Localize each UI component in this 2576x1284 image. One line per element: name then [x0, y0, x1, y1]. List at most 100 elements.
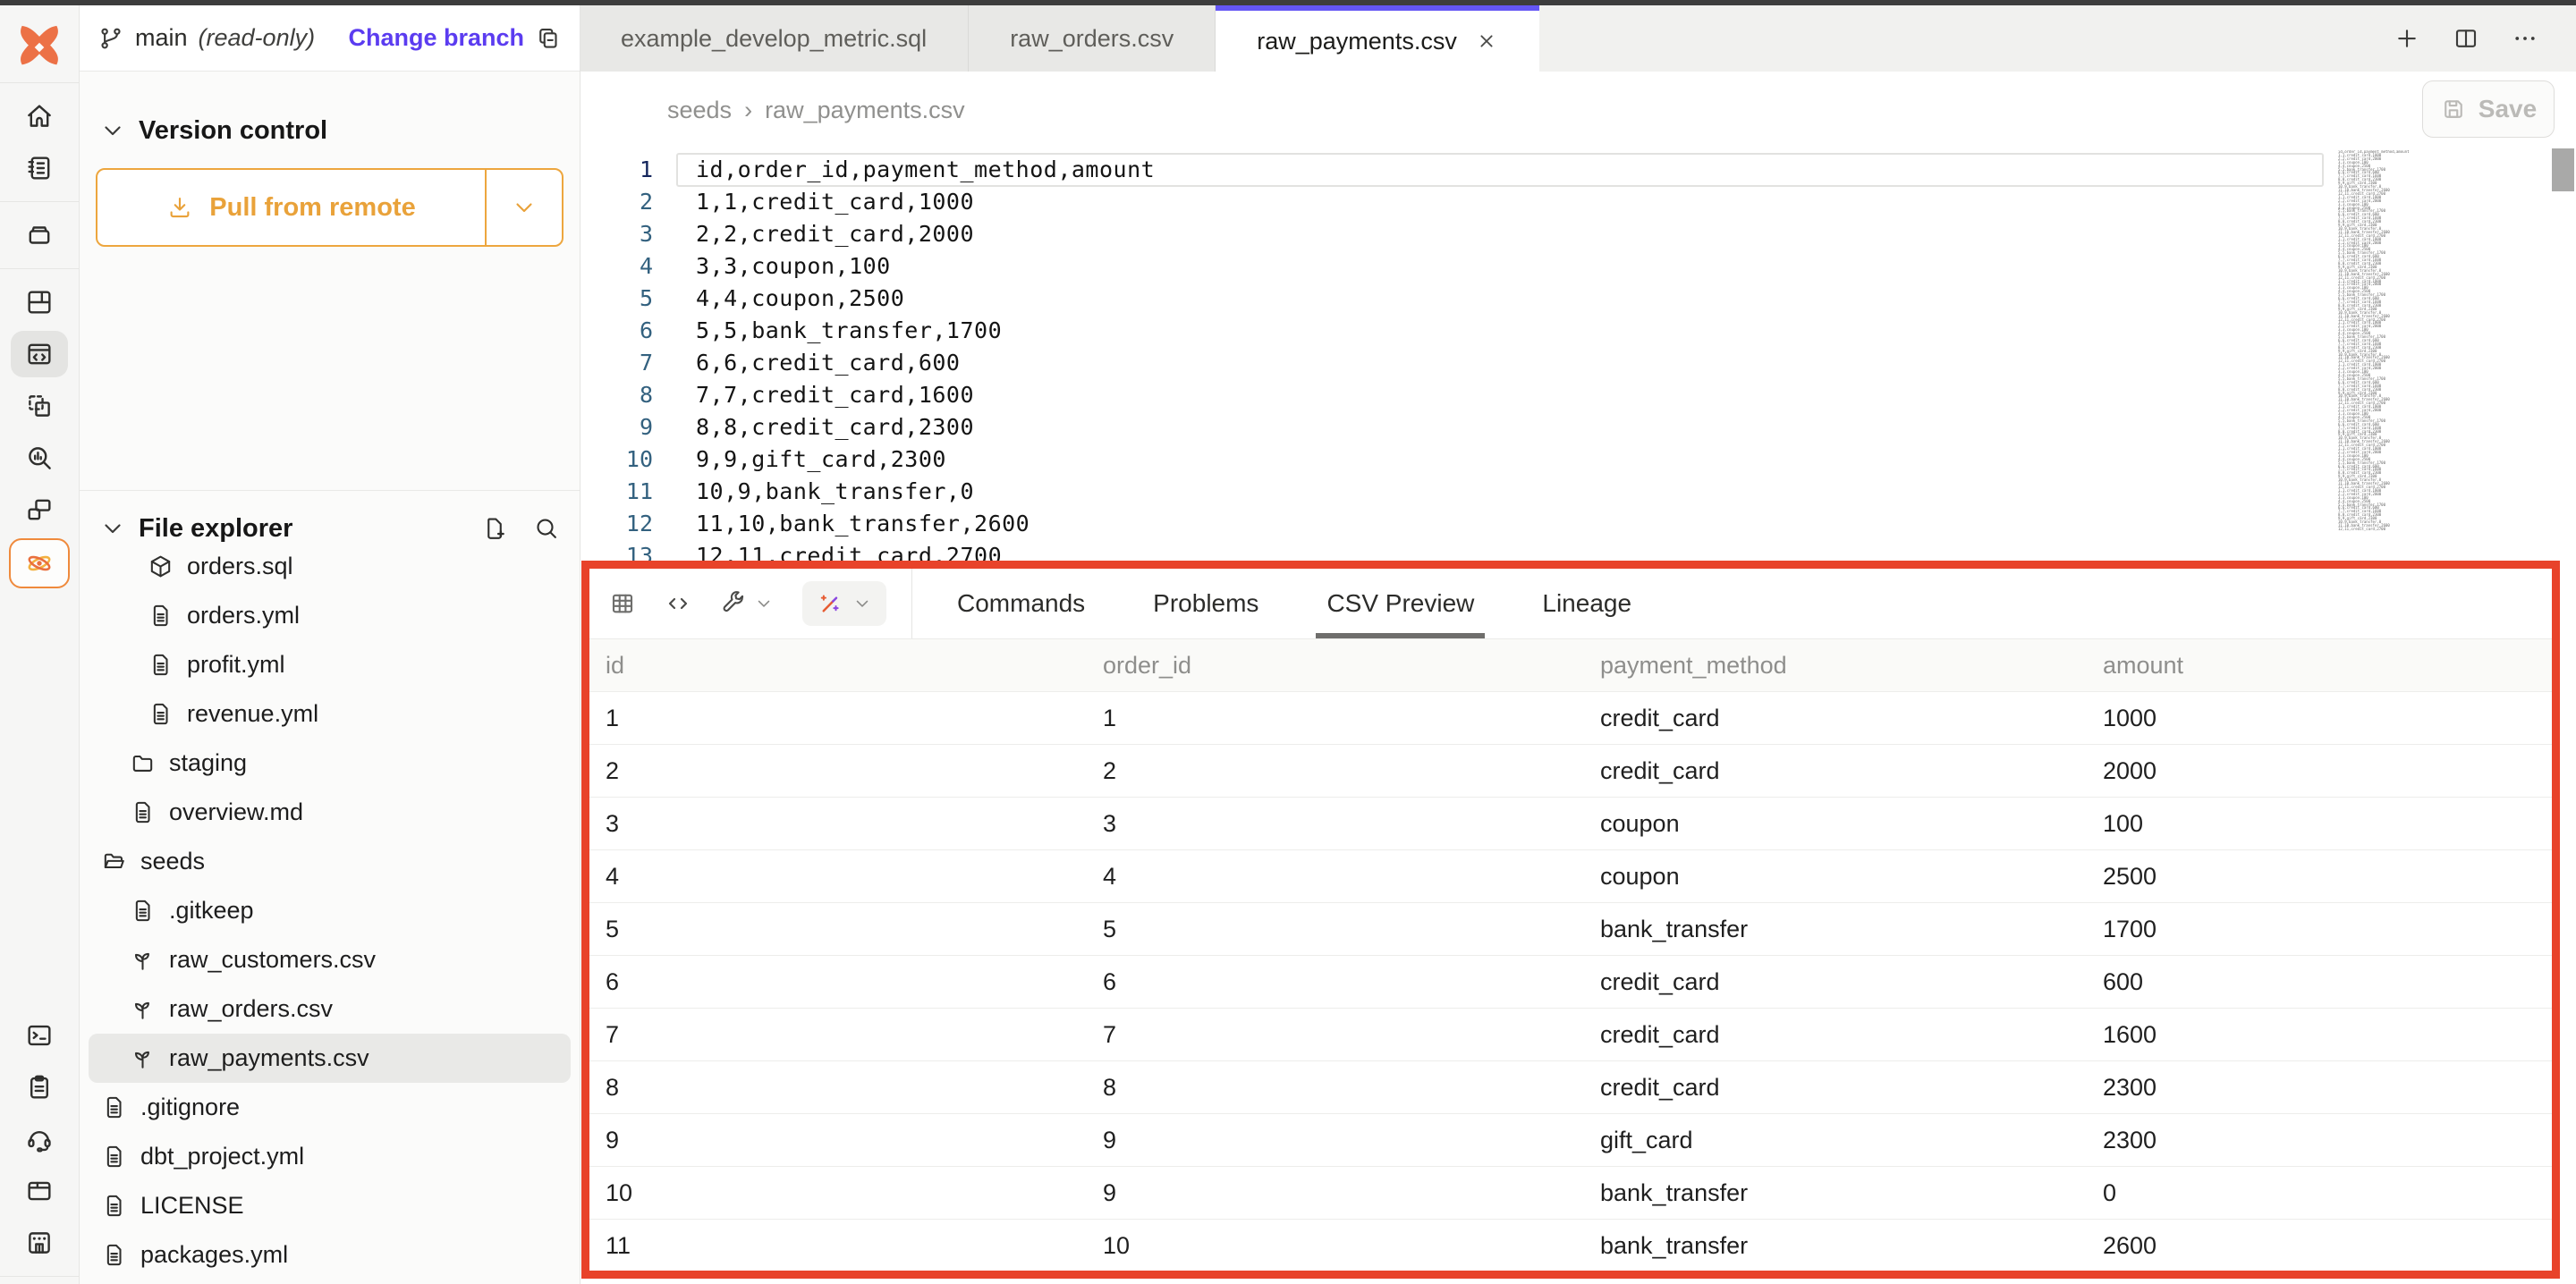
pull-options-caret[interactable] — [485, 170, 562, 245]
bottom-panel-highlighted: CommandsProblemsCSV PreviewLineage idord… — [581, 561, 2560, 1279]
csv-header-amount[interactable]: amount — [2087, 652, 2552, 680]
archive-nav-button[interactable] — [11, 212, 68, 258]
code-line-5[interactable]: 54,4,coupon,2500 — [580, 283, 2576, 315]
code-line-8[interactable]: 87,7,credit_card,1600 — [580, 379, 2576, 411]
csv-row-3[interactable]: 33coupon100 — [589, 798, 2552, 850]
file-explorer-title: File explorer — [139, 514, 292, 544]
file-item-staging[interactable]: staging — [89, 739, 571, 788]
save-button[interactable]: Save — [2422, 80, 2555, 138]
csv-row-7[interactable]: 77credit_card1600 — [589, 1009, 2552, 1061]
file-item--gitkeep[interactable]: .gitkeep — [89, 886, 571, 935]
more-options-icon[interactable] — [2512, 25, 2538, 52]
editor-minimap[interactable]: id,order_id,payment_method,amount 1,1,cr… — [2338, 150, 2454, 566]
code-line-9[interactable]: 98,8,credit_card,2300 — [580, 411, 2576, 443]
csv-header-payment_method[interactable]: payment_method — [1584, 652, 2087, 680]
search-analytics-nav-button[interactable] — [11, 435, 68, 481]
build-tools-button[interactable] — [720, 590, 774, 617]
csv-row-4[interactable]: 44coupon2500 — [589, 850, 2552, 903]
breadcrumb-file[interactable]: raw_payments.csv — [765, 97, 965, 124]
support-headset-nav-button[interactable] — [11, 1116, 68, 1162]
panel-tab-commands[interactable]: Commands — [923, 569, 1119, 638]
csv-row-9[interactable]: 99gift_card2300 — [589, 1114, 2552, 1167]
chevron-down-icon — [99, 117, 126, 144]
code-line-4[interactable]: 43,3,coupon,100 — [580, 250, 2576, 283]
selection-nav-button[interactable] — [11, 383, 68, 429]
file-item-raw-payments-csv[interactable]: raw_payments.csv — [89, 1034, 571, 1083]
windows-nav-button[interactable] — [11, 486, 68, 533]
code-editor-nav-button[interactable] — [11, 331, 68, 377]
home-nav-button[interactable] — [11, 93, 68, 139]
csv-row-6[interactable]: 66credit_card600 — [589, 956, 2552, 1009]
breadcrumb-folder[interactable]: seeds — [667, 97, 732, 124]
split-view-icon[interactable] — [2453, 25, 2479, 52]
tab-raw-orders-csv[interactable]: raw_orders.csv — [969, 5, 1216, 72]
version-control-header[interactable]: Version control — [99, 106, 327, 156]
file-item--gitignore[interactable]: .gitignore — [89, 1083, 571, 1132]
dbt-logo-icon[interactable] — [13, 21, 65, 66]
code-line-2[interactable]: 21,1,credit_card,1000 — [580, 186, 2576, 218]
line-number: 12 — [580, 508, 653, 540]
csv-header-id[interactable]: id — [589, 652, 1087, 680]
csv-row-8[interactable]: 88credit_card2300 — [589, 1061, 2552, 1114]
file-item-packages-yml[interactable]: packages.yml — [89, 1230, 571, 1280]
warehouse-nav-button[interactable] — [11, 1220, 68, 1266]
clipboard-nav-button[interactable] — [11, 1064, 68, 1111]
tab-raw-payments-csv[interactable]: raw_payments.csv — [1216, 5, 1539, 72]
panel-tab-lineage[interactable]: Lineage — [1508, 569, 1665, 638]
new-tab-icon[interactable] — [2394, 25, 2420, 52]
magic-wand-button[interactable] — [802, 581, 886, 626]
csv-row-2[interactable]: 22credit_card2000 — [589, 745, 2552, 798]
tab-example-develop-metric-sql[interactable]: example_develop_metric.sql — [580, 5, 969, 72]
terminal-nav-button[interactable] — [11, 1012, 68, 1059]
csv-header-order_id[interactable]: order_id — [1087, 652, 1584, 680]
file-item-dbt-project-yml[interactable]: dbt_project.yml — [89, 1132, 571, 1181]
panel-tab-problems[interactable]: Problems — [1119, 569, 1292, 638]
home-icon — [24, 101, 55, 131]
file-item-profit-yml[interactable]: profit.yml — [89, 640, 571, 689]
csv-cell: 2000 — [2087, 757, 2552, 785]
csv-row-10[interactable]: 109bank_transfer0 — [589, 1167, 2552, 1220]
csv-cell: credit_card — [1584, 1074, 2087, 1102]
code-line-1[interactable]: 1id,order_id,payment_method,amount — [580, 154, 2576, 186]
new-file-icon[interactable] — [481, 515, 508, 542]
file-item-orders-sql[interactable]: orders.sql — [89, 542, 571, 591]
file-item-revenue-yml[interactable]: revenue.yml — [89, 689, 571, 739]
search-icon[interactable] — [533, 515, 560, 542]
change-branch-link[interactable]: Change branch — [348, 24, 524, 52]
code-line-6[interactable]: 65,5,bank_transfer,1700 — [580, 315, 2576, 347]
file-item-orders-yml[interactable]: orders.yml — [89, 591, 571, 640]
code-line-7[interactable]: 76,6,credit_card,600 — [580, 347, 2576, 379]
selection-icon — [24, 391, 55, 421]
file-item-raw-orders-csv[interactable]: raw_orders.csv — [89, 984, 571, 1034]
file-item-raw-customers-csv[interactable]: raw_customers.csv — [89, 935, 571, 984]
file-explorer-title-group[interactable]: File explorer — [99, 514, 292, 544]
close-tab-icon[interactable] — [1475, 30, 1498, 53]
line-text: 10,9,bank_transfer,0 — [696, 476, 974, 508]
csv-row-11[interactable]: 1110bank_transfer2600 — [589, 1220, 2552, 1271]
line-number: 11 — [580, 476, 653, 508]
file-item-license[interactable]: LICENSE — [89, 1181, 571, 1230]
ai-assistant-atom-nav-button[interactable] — [9, 538, 70, 588]
file-item-seeds[interactable]: seeds — [89, 837, 571, 886]
dashboard-grid-nav-button[interactable] — [11, 279, 68, 325]
notebook-nav-button[interactable] — [11, 145, 68, 191]
pull-from-remote-button[interactable]: Pull from remote — [96, 168, 564, 247]
code-view-icon[interactable] — [665, 590, 691, 617]
csv-cell: 10 — [1087, 1232, 1584, 1260]
csv-row-5[interactable]: 55bank_transfer1700 — [589, 903, 2552, 956]
code-line-3[interactable]: 32,2,credit_card,2000 — [580, 218, 2576, 250]
browser-folder-nav-button[interactable] — [11, 1168, 68, 1214]
code-line-12[interactable]: 1211,10,bank_transfer,2600 — [580, 508, 2576, 540]
file-item-overview-md[interactable]: overview.md — [89, 788, 571, 837]
code-line-11[interactable]: 11 10,9,bank_transfer,0 — [580, 476, 2576, 508]
csv-row-1[interactable]: 11credit_card1000 — [589, 692, 2552, 745]
copy-branch-icon[interactable] — [535, 25, 562, 52]
panel-tab-csv-preview[interactable]: CSV Preview — [1292, 569, 1508, 638]
code-editor[interactable]: 1id,order_id,payment_method,amount21,1,c… — [580, 148, 2576, 566]
file-name: packages.yml — [140, 1241, 288, 1269]
table-view-icon[interactable] — [609, 590, 636, 617]
line-text: 2,2,credit_card,2000 — [696, 218, 974, 250]
code-line-10[interactable]: 109,9,gift_card,2300 — [580, 443, 2576, 476]
line-number: 1 — [580, 154, 653, 186]
tab-actions — [2394, 5, 2576, 72]
